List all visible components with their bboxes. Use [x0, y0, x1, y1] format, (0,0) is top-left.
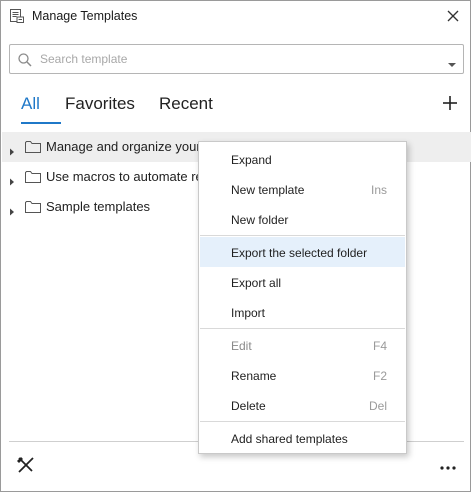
title-bar: Manage Templates	[1, 1, 470, 32]
plus-icon	[443, 96, 457, 110]
menu-item-shortcut: F4	[372, 339, 387, 353]
menu-item-shortcut: Ins	[370, 183, 387, 197]
add-button[interactable]	[442, 95, 458, 111]
more-icon	[440, 466, 456, 470]
menu-item-import[interactable]: Import	[200, 297, 405, 327]
close-button[interactable]	[442, 5, 464, 27]
menu-separator	[200, 421, 405, 422]
active-tab-indicator	[21, 122, 61, 124]
expand-arrow-icon[interactable]	[9, 173, 15, 186]
menu-item-label: New folder	[231, 213, 289, 227]
menu-item-rename[interactable]: Rename F2	[200, 360, 405, 390]
search-box[interactable]	[9, 44, 464, 74]
search-input[interactable]	[38, 49, 428, 69]
menu-separator	[200, 235, 405, 236]
menu-item-label: Rename	[231, 369, 277, 383]
menu-item-label: Edit	[231, 339, 252, 353]
menu-item-label: Export the selected folder	[231, 246, 368, 260]
tree-item-label: Sample templates	[46, 199, 151, 214]
menu-item-add-shared-templates[interactable]: Add shared templates	[200, 423, 405, 453]
templates-icon	[9, 8, 25, 24]
menu-separator	[200, 328, 405, 329]
context-menu: Expand New template Ins New folder Expor…	[198, 141, 407, 454]
menu-item-label: New template	[231, 183, 305, 197]
menu-item-label: Expand	[231, 153, 272, 167]
menu-item-new-folder[interactable]: New folder	[200, 204, 405, 234]
menu-item-delete[interactable]: Delete Del	[200, 390, 405, 420]
menu-item-export-all[interactable]: Export all	[200, 267, 405, 297]
tab-favorites[interactable]: Favorites	[65, 94, 135, 114]
tab-recent[interactable]: Recent	[159, 94, 213, 114]
menu-item-label: Add shared templates	[231, 432, 348, 446]
menu-item-expand[interactable]: Expand	[200, 144, 405, 174]
window-title: Manage Templates	[32, 9, 138, 23]
menu-item-label: Export all	[231, 276, 282, 290]
expand-arrow-icon[interactable]	[9, 143, 15, 156]
expand-arrow-icon[interactable]	[9, 203, 15, 216]
menu-item-label: Import	[231, 306, 266, 320]
menu-item-shortcut: F2	[372, 369, 387, 383]
tools-button[interactable]	[16, 456, 36, 474]
menu-item-edit[interactable]: Edit F4	[200, 330, 405, 360]
folder-icon	[25, 200, 41, 213]
folder-icon	[25, 140, 41, 153]
tools-icon	[17, 457, 34, 473]
dropdown-arrow-icon[interactable]	[447, 56, 457, 67]
search-icon	[17, 52, 33, 68]
menu-item-shortcut: Del	[368, 399, 387, 413]
menu-item-new-template[interactable]: New template Ins	[200, 174, 405, 204]
more-button[interactable]	[438, 458, 458, 472]
menu-item-export-selected-folder[interactable]: Export the selected folder	[200, 237, 405, 267]
menu-item-label: Delete	[231, 399, 266, 413]
close-icon	[447, 10, 459, 22]
tab-all[interactable]: All	[21, 94, 40, 114]
folder-icon	[25, 170, 41, 183]
